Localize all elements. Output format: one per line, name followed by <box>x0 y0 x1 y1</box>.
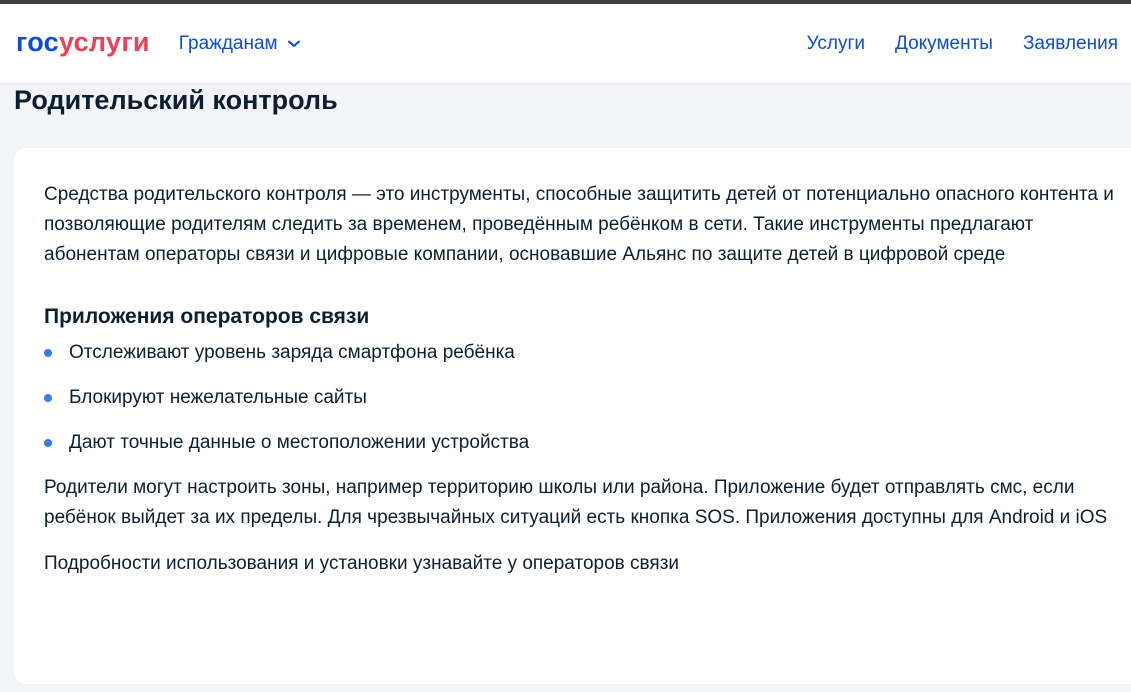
page-title: Родительский контроль <box>14 85 338 115</box>
logo-part-uslugi: услуги <box>58 27 150 57</box>
site-header: гос услуги Гражданам Услуги Документы Зая… <box>0 4 1131 84</box>
content-card: Средства родительского контроля — это ин… <box>14 148 1131 684</box>
details-paragraph: Подробности использования и установки уз… <box>44 553 680 574</box>
nav-services[interactable]: Услуги <box>807 33 865 55</box>
nav-applications[interactable]: Заявления <box>1023 33 1118 55</box>
features-list: Отслеживают уровень заряда смартфона реб… <box>44 338 1131 458</box>
bullet-dot-icon <box>44 394 52 402</box>
list-item: Дают точные данные о местоположении устр… <box>44 428 1131 458</box>
logo-part-gos: гос <box>16 27 59 57</box>
section-title: Приложения операторов связи <box>44 305 370 328</box>
list-item: Блокируют нежелательные сайты <box>44 383 1131 413</box>
bullet-dot-icon <box>44 439 52 447</box>
list-item: Отслеживают уровень заряда смартфона реб… <box>44 338 1131 368</box>
nav-documents[interactable]: Документы <box>895 33 993 55</box>
list-item-text: Блокируют нежелательные сайты <box>69 387 367 408</box>
citizens-dropdown[interactable]: Гражданам <box>179 33 300 55</box>
citizens-dropdown-label: Гражданам <box>178 32 278 54</box>
main-nav: Услуги Документы Заявления <box>777 33 1118 55</box>
list-item-text: Отслеживают уровень заряда смартфона реб… <box>69 342 515 363</box>
intro-paragraph: Средства родительского контроля — это ин… <box>44 184 1114 265</box>
gosuslugi-logo[interactable]: гос услуги <box>16 27 150 58</box>
bullet-dot-icon <box>44 349 52 357</box>
chevron-down-icon <box>287 40 300 47</box>
zones-paragraph: Родители могут настроить зоны, например … <box>44 477 1108 528</box>
list-item-text: Дают точные данные о местоположении устр… <box>69 432 530 453</box>
